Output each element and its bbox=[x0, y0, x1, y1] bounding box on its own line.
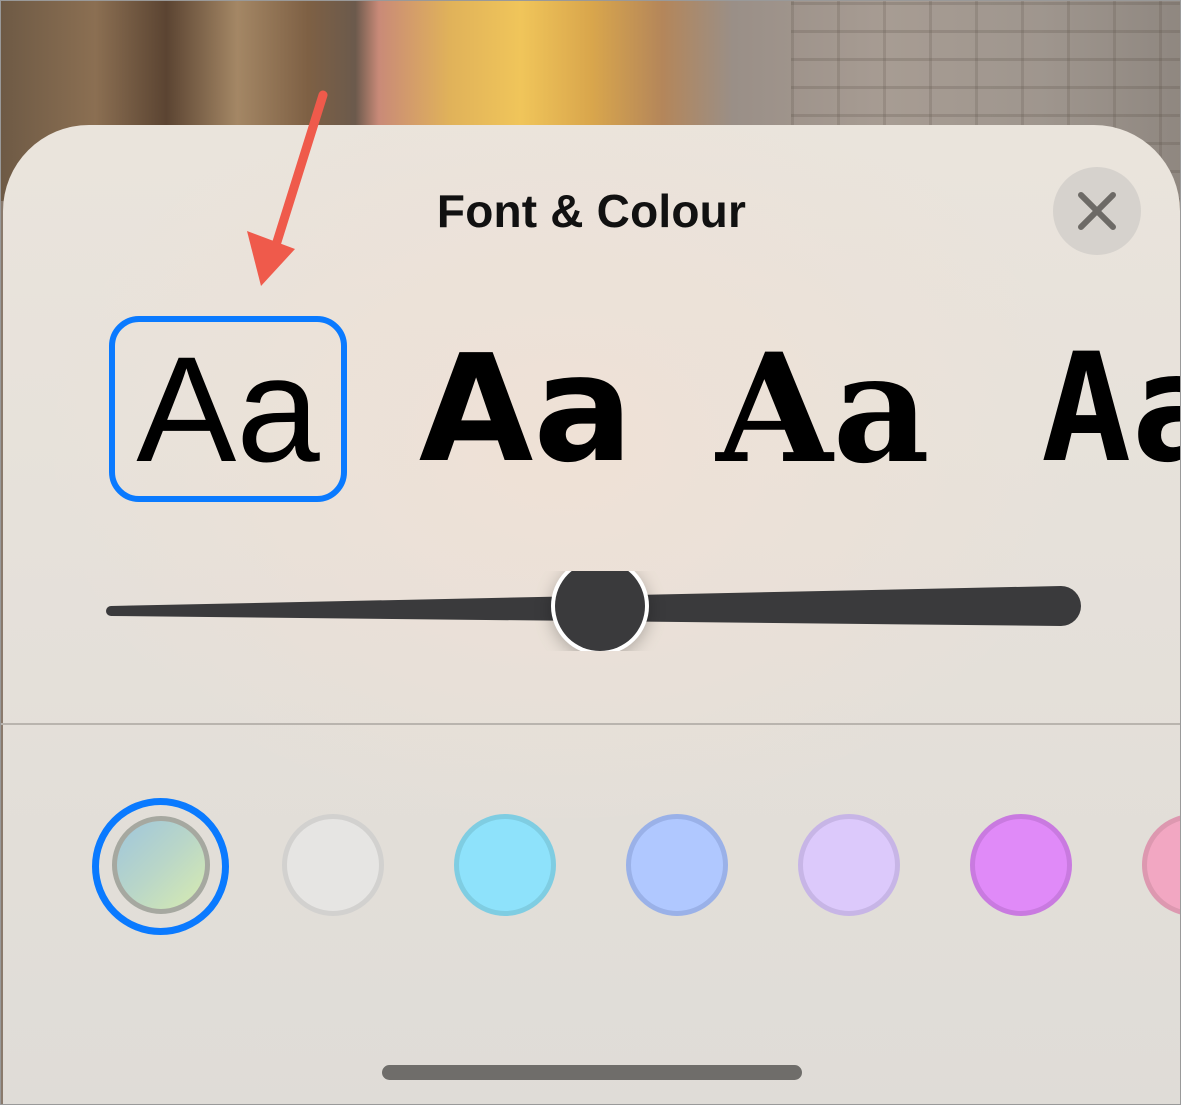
font-option-rounded[interactable]: Aa bbox=[411, 316, 641, 502]
font-option-serif[interactable]: Aa bbox=[713, 316, 933, 502]
close-button[interactable] bbox=[1053, 167, 1141, 255]
font-option-label: Aa bbox=[716, 321, 930, 497]
font-option-sans[interactable]: Aa bbox=[109, 316, 347, 502]
home-indicator[interactable] bbox=[382, 1065, 802, 1080]
annotation-arrow bbox=[247, 90, 328, 286]
color-swatch-purple[interactable] bbox=[970, 814, 1072, 916]
screen: Font & Colour Aa Aa Aa Aa bbox=[0, 0, 1181, 1105]
font-weight-slider[interactable] bbox=[101, 571, 1091, 651]
font-option-label: Aa bbox=[1041, 322, 1180, 496]
font-option-label: Aa bbox=[136, 324, 320, 493]
sheet-title: Font & Colour bbox=[436, 185, 747, 237]
color-swatch-gradient[interactable] bbox=[112, 816, 210, 914]
color-swatch-light-gray[interactable] bbox=[282, 814, 384, 916]
close-x-icon bbox=[1078, 192, 1116, 230]
font-options-row: Aa Aa Aa Aa bbox=[1, 301, 1180, 521]
section-divider bbox=[1, 723, 1180, 725]
color-swatch-cyan[interactable] bbox=[454, 814, 556, 916]
color-swatch-blue[interactable] bbox=[626, 814, 728, 916]
font-option-label: Aa bbox=[418, 323, 634, 495]
color-swatch-lavender[interactable] bbox=[798, 814, 900, 916]
font-option-condensed[interactable]: Aa bbox=[1041, 316, 1180, 502]
